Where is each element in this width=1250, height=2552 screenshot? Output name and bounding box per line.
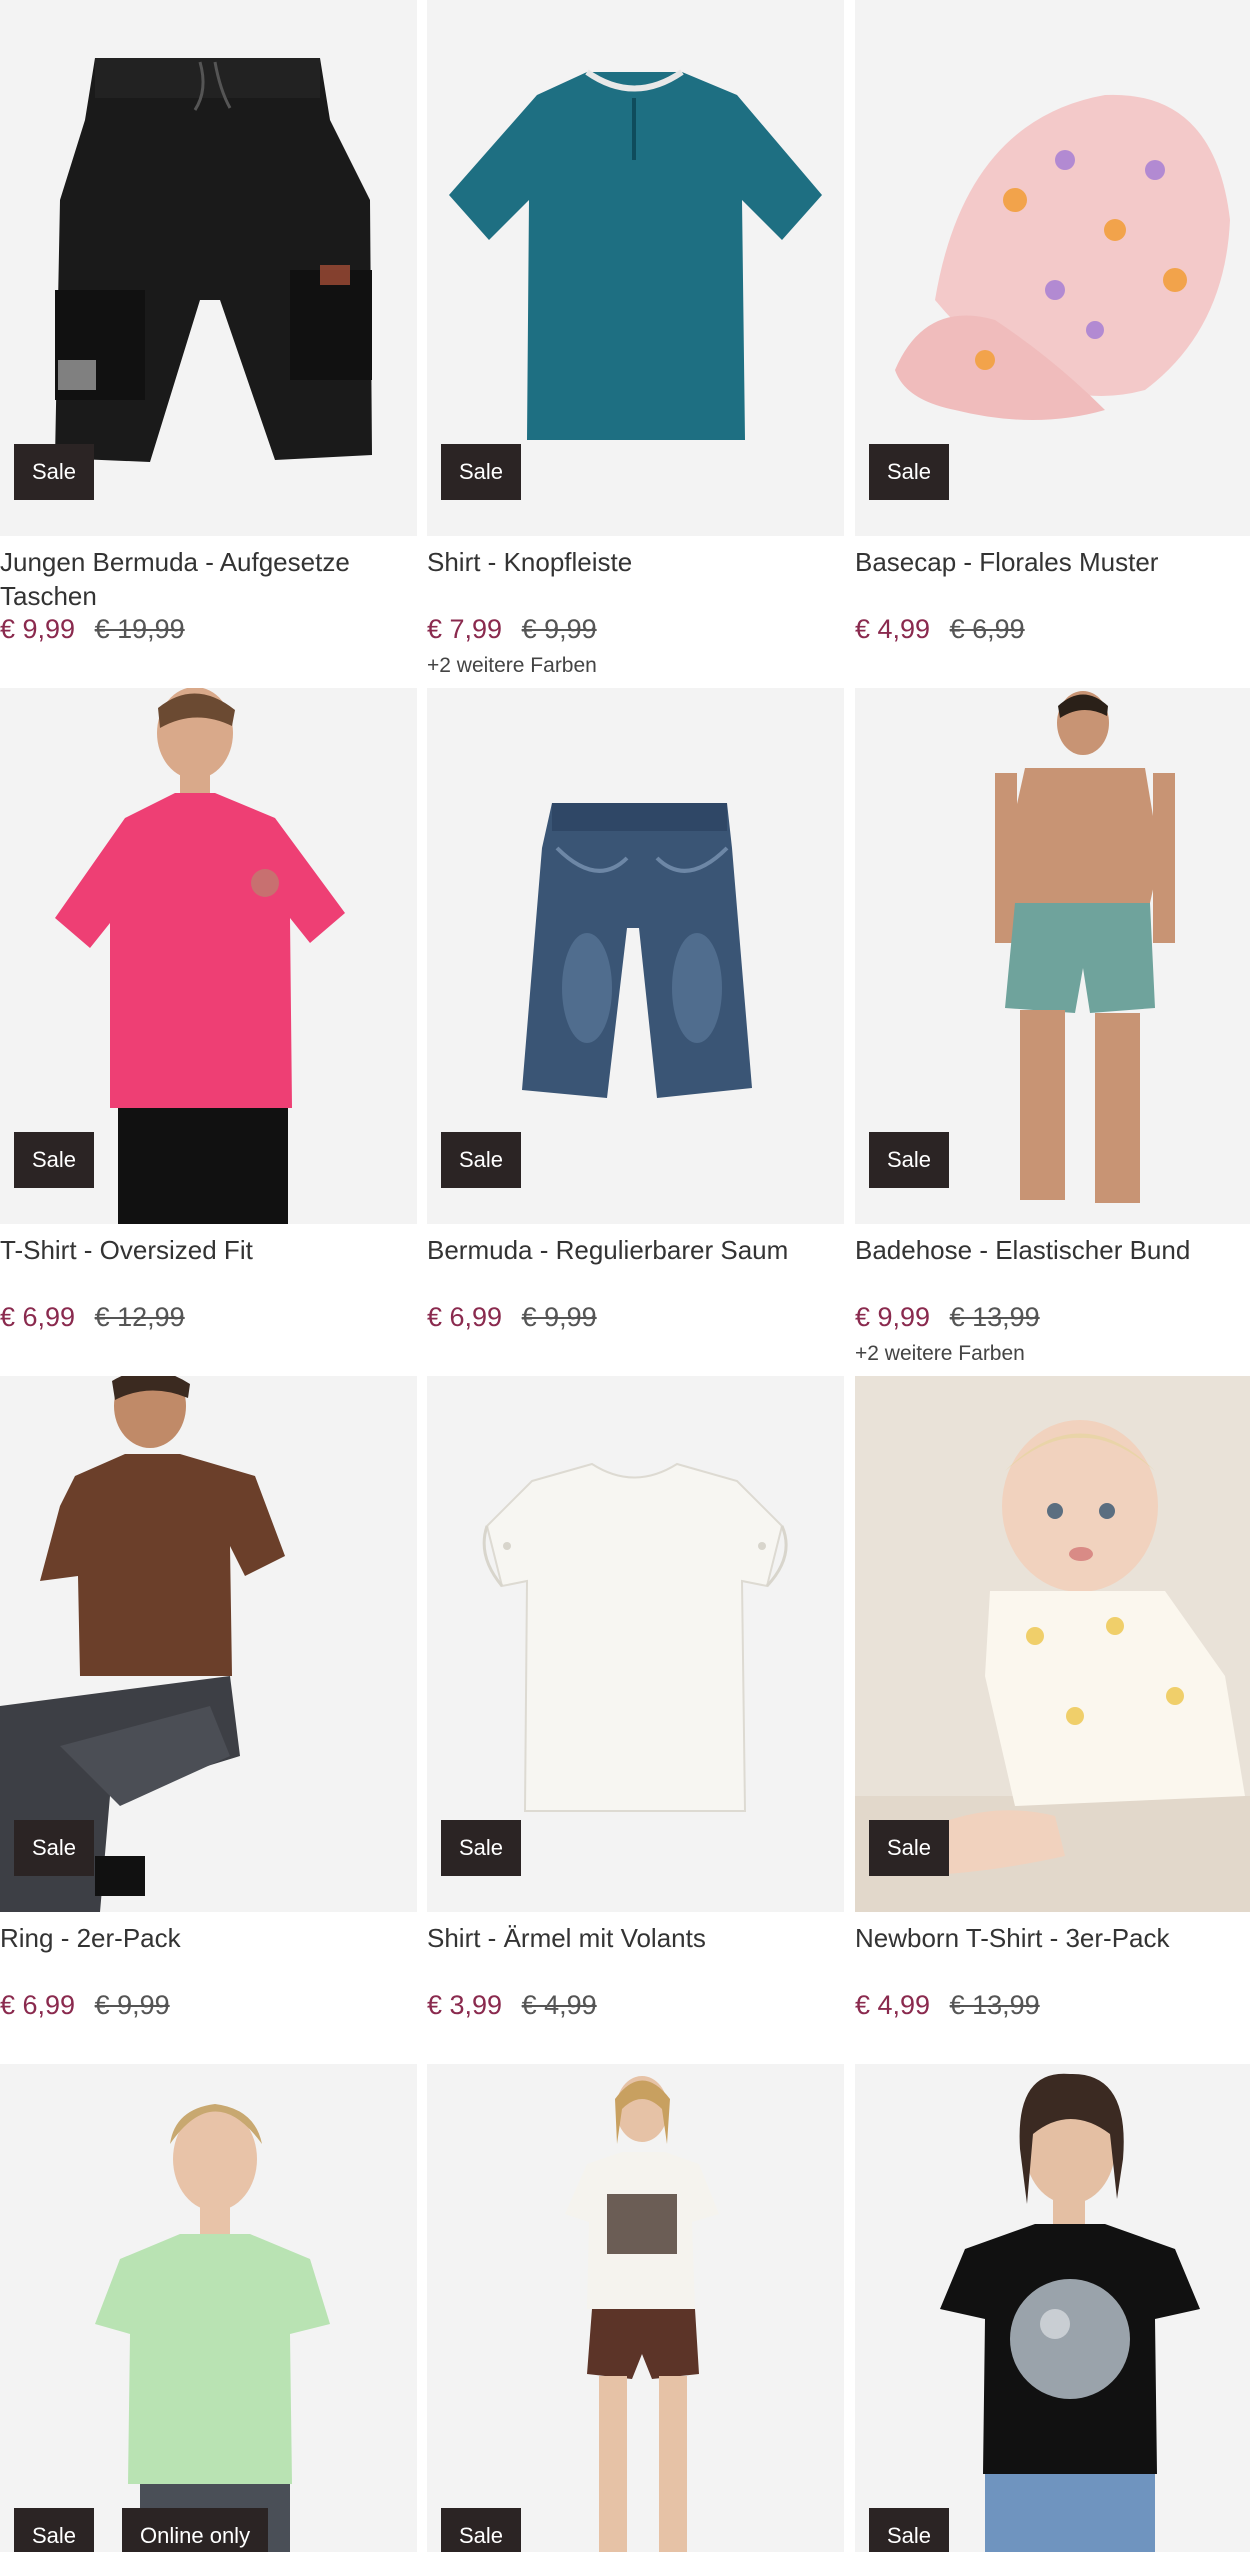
sale-badge: Sale — [441, 444, 522, 500]
original-price: € 12,99 — [94, 1302, 185, 1332]
sale-badge: Sale — [14, 2508, 95, 2552]
product-card[interactable]: Sale Shirt - Knopfleiste € 7,99 € 9,99 +… — [427, 0, 844, 677]
sale-badge: Sale — [441, 2508, 522, 2552]
price-row: € 7,99 € 9,99 — [427, 614, 597, 645]
product-title[interactable]: Ring - 2er-Pack — [0, 1921, 410, 1955]
sale-price: € 9,99 — [0, 614, 76, 644]
product-image-woman-green-top[interactable]: Sale Online only — [0, 2064, 417, 2552]
product-title[interactable]: Badehose - Elastischer Bund — [855, 1233, 1250, 1267]
product-title[interactable]: Newborn T-Shirt - 3er-Pack — [855, 1921, 1250, 1955]
original-price: € 9,99 — [521, 614, 597, 644]
product-image-denim-bermuda[interactable]: Sale — [427, 688, 844, 1224]
product-card[interactable]: Sale Online only — [0, 2064, 417, 2552]
sale-badge: Sale — [14, 1132, 95, 1188]
product-title[interactable]: Shirt - Knopfleiste — [427, 545, 837, 579]
original-price: € 9,99 — [521, 1302, 597, 1332]
product-card[interactable]: Sale Newborn T-Shirt - 3er-Pack € 4,99 €… — [855, 1376, 1250, 2020]
product-card[interactable]: Sale Shirt - Ärmel mit Volants € 3,99 € … — [427, 1376, 844, 2020]
sale-price: € 9,99 — [855, 1302, 931, 1332]
price-row: € 9,99 € 13,99 — [855, 1302, 1040, 1333]
price-row: € 3,99 € 4,99 — [427, 1990, 597, 2021]
product-card[interactable]: Sale — [427, 2064, 844, 2552]
sale-price: € 4,99 — [855, 614, 931, 644]
price-row: € 9,99 € 19,99 — [0, 614, 185, 645]
product-image-man-swim-shorts[interactable]: Sale — [855, 688, 1250, 1224]
more-colors-link[interactable]: +2 weitere Farben — [427, 654, 597, 678]
sale-badge: Sale — [441, 1820, 522, 1876]
sale-price: € 6,99 — [427, 1302, 503, 1332]
product-card[interactable]: Sale T-Shirt - Oversized Fit € 6,99 € 12… — [0, 688, 417, 1332]
price-row: € 4,99 € 13,99 — [855, 1990, 1040, 2021]
product-image-baby-tshirt[interactable]: Sale — [855, 1376, 1250, 1912]
product-card[interactable]: Sale Bermuda - Regulierbarer Saum € 6,99… — [427, 688, 844, 1332]
price-row: € 6,99 € 12,99 — [0, 1302, 185, 1333]
price-row: € 6,99 € 9,99 — [0, 1990, 170, 2021]
original-price: € 4,99 — [521, 1990, 597, 2020]
sale-price: € 6,99 — [0, 1990, 76, 2020]
sale-badge: Sale — [14, 444, 95, 500]
original-price: € 9,99 — [94, 1990, 170, 2020]
product-title[interactable]: Jungen Bermuda - Aufgesetze Taschen — [0, 545, 410, 613]
product-image-man-brown-tshirt[interactable]: Sale — [0, 1376, 417, 1912]
product-image-teal-henley-shirt[interactable]: Sale — [427, 0, 844, 536]
product-title[interactable]: Bermuda - Regulierbarer Saum — [427, 1233, 837, 1267]
sale-price: € 3,99 — [427, 1990, 503, 2020]
original-price: € 6,99 — [949, 614, 1025, 644]
product-card[interactable]: Sale Ring - 2er-Pack € 6,99 € 9,99 — [0, 1376, 417, 2020]
sale-badge: Sale — [869, 2508, 950, 2552]
sale-badge: Sale — [14, 1820, 95, 1876]
price-row: € 4,99 € 6,99 — [855, 614, 1025, 645]
product-image-white-ruffle-shirt[interactable]: Sale — [427, 1376, 844, 1912]
online-only-badge: Online only — [122, 2508, 269, 2552]
product-title[interactable]: Basecap - Florales Muster — [855, 545, 1250, 579]
product-title[interactable]: T-Shirt - Oversized Fit — [0, 1233, 410, 1267]
product-card[interactable]: Sale Basecap - Florales Muster € 4,99 € … — [855, 0, 1250, 644]
original-price: € 13,99 — [949, 1302, 1040, 1332]
original-price: € 19,99 — [94, 614, 185, 644]
product-card[interactable]: Sale Badehose - Elastischer Bund € 9,99 … — [855, 688, 1250, 1365]
product-title[interactable]: Shirt - Ärmel mit Volants — [427, 1921, 837, 1955]
product-card[interactable]: Sale Jungen Bermuda - Aufgesetze Taschen… — [0, 0, 417, 644]
sale-badge: Sale — [869, 1820, 950, 1876]
product-image-pink-floral-cap[interactable]: Sale — [855, 0, 1250, 536]
sale-price: € 6,99 — [0, 1302, 76, 1332]
sale-price: € 4,99 — [855, 1990, 931, 2020]
price-row: € 6,99 € 9,99 — [427, 1302, 597, 1333]
product-image-man-pink-tshirt[interactable]: Sale — [0, 688, 417, 1224]
product-image-woman-black-moon-tshirt[interactable]: Sale — [855, 2064, 1250, 2552]
product-image-woman-print-tshirt-shorts[interactable]: Sale — [427, 2064, 844, 2552]
more-colors-link[interactable]: +2 weitere Farben — [855, 1342, 1025, 1366]
sale-badge: Sale — [869, 444, 950, 500]
sale-price: € 7,99 — [427, 614, 503, 644]
product-image-black-cargo-shorts[interactable]: Sale — [0, 0, 417, 536]
original-price: € 13,99 — [949, 1990, 1040, 2020]
product-card[interactable]: Sale — [855, 2064, 1250, 2552]
sale-badge: Sale — [441, 1132, 522, 1188]
sale-badge: Sale — [869, 1132, 950, 1188]
